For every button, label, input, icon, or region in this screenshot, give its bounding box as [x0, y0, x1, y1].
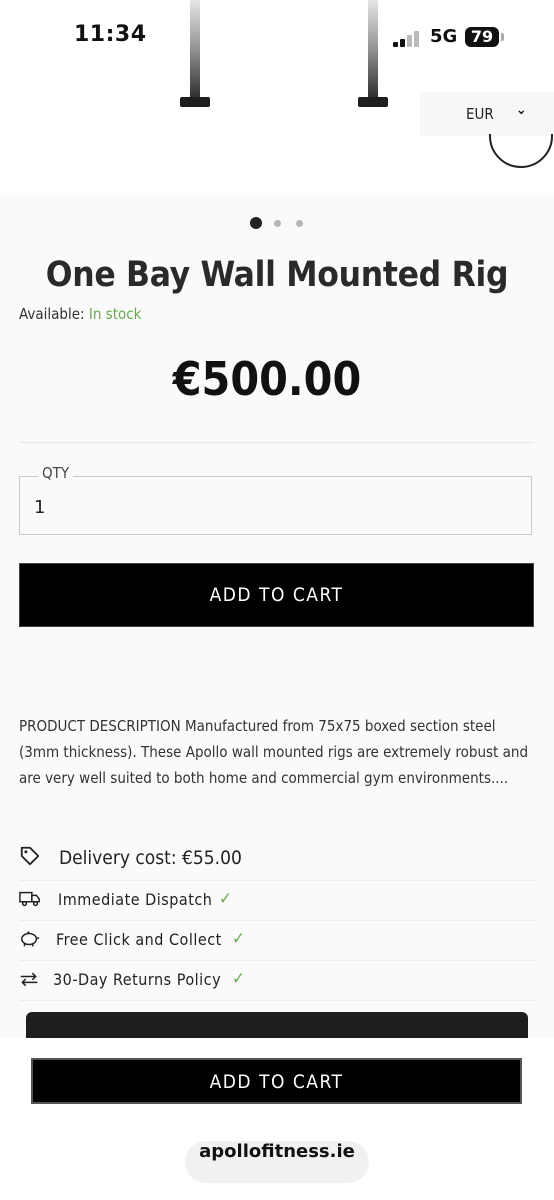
product-price: €500.00 — [172, 352, 362, 406]
status-time: 11:34 — [74, 22, 147, 47]
signal-icon — [393, 31, 423, 47]
currency-selector[interactable]: EUR ⌄ — [420, 92, 554, 136]
delivery-cost: Delivery cost: €55.00 — [59, 847, 242, 869]
feature-divider — [19, 960, 534, 961]
network-type: 5G — [430, 26, 458, 47]
carousel-dots — [250, 217, 310, 229]
product-description: PRODUCT DESCRIPTION Manufactured from 75… — [19, 717, 529, 787]
sticky-add-to-cart-button[interactable]: ADD TO CART — [31, 1058, 522, 1104]
feature-row-click-collect: Free Click and Collect ✓ — [19, 929, 534, 953]
check-icon: ✓ — [232, 969, 245, 989]
status-bar: 11:34 5G 79 — [0, 0, 554, 70]
price-tag-icon — [19, 845, 41, 872]
feature-label: Immediate Dispatch — [58, 890, 213, 909]
product-title: One Bay Wall Mounted Rig — [45, 255, 509, 295]
carousel-dot-2[interactable] — [274, 220, 281, 227]
availability-label: Available: — [19, 305, 85, 323]
feature-label: 30-Day Returns Policy — [53, 970, 222, 989]
battery-cap — [501, 33, 504, 41]
quantity-input[interactable] — [34, 494, 234, 520]
check-icon: ✓ — [219, 889, 232, 909]
battery-icon: 79 — [465, 27, 499, 47]
piggy-bank-icon — [19, 929, 41, 954]
feature-row-returns: 30-Day Returns Policy ✓ — [19, 969, 534, 993]
currency-label: EUR — [466, 105, 494, 123]
chevron-down-icon: ⌄ — [516, 102, 527, 118]
feature-divider — [19, 1000, 534, 1001]
feature-divider — [19, 880, 534, 881]
feature-row-dispatch: Immediate Dispatch ✓ — [19, 889, 534, 913]
carousel-dot-3[interactable] — [296, 220, 303, 227]
add-to-cart-button[interactable]: ADD TO CART — [19, 563, 534, 627]
carousel-dot-1[interactable] — [250, 217, 262, 229]
exchange-arrows-icon — [19, 969, 39, 994]
address-bar[interactable]: apollofitness.ie — [185, 1141, 369, 1183]
quantity-label: QTY — [38, 464, 74, 482]
availability: Available: In stock — [19, 305, 141, 323]
stock-status: In stock — [88, 305, 142, 323]
check-icon: ✓ — [232, 929, 245, 949]
delivery-row: Delivery cost: €55.00 — [19, 845, 534, 871]
feature-label: Free Click and Collect — [56, 930, 222, 949]
truck-icon — [19, 889, 41, 914]
divider — [19, 442, 534, 443]
feature-divider — [19, 920, 534, 921]
